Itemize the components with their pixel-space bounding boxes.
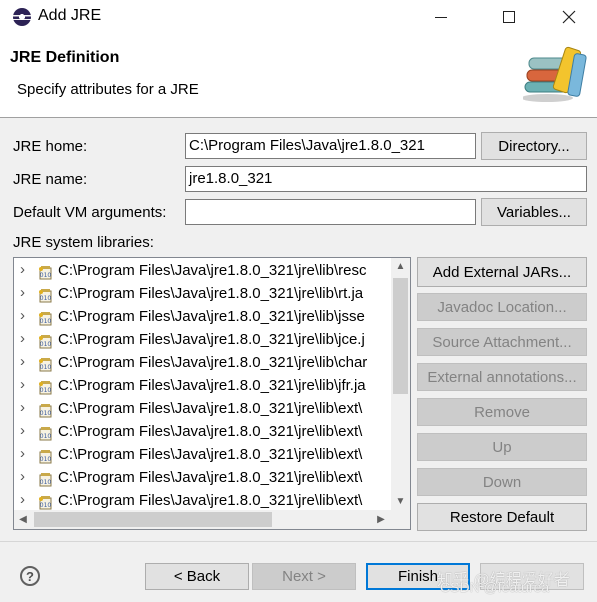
library-row[interactable]: › 010 C:\Program Files\Java\jre1.8.0_321\j… <box>14 422 390 445</box>
library-row[interactable]: › 010 C:\Program Files\Java\jre1.8.0_321\j… <box>14 353 390 376</box>
expand-arrow-icon[interactable]: › <box>20 445 25 462</box>
jar-icon: 010 <box>39 404 52 418</box>
library-path: C:\Program Files\Java\jre1.8.0_321\jre\l… <box>58 423 363 440</box>
vertical-scroll-thumb[interactable] <box>393 278 408 394</box>
jar-source-icon: 010 <box>39 312 52 326</box>
restore-default-button[interactable]: Restore Default <box>417 503 587 531</box>
jar-source-icon: 010 <box>39 266 52 280</box>
down-button[interactable]: Down <box>417 468 587 496</box>
jre-libraries-tree[interactable]: ▲ ▼ ◀ ▶ › 010 C:\Program Files\Java\jre1.8… <box>13 257 411 530</box>
minimize-icon <box>435 16 447 18</box>
expand-arrow-icon[interactable]: › <box>20 399 25 416</box>
library-path: C:\Program Files\Java\jre1.8.0_321\jre\l… <box>58 308 365 325</box>
vm-args-input[interactable] <box>185 199 476 225</box>
close-button[interactable] <box>541 0 597 34</box>
library-path: C:\Program Files\Java\jre1.8.0_321\jre\l… <box>58 262 367 279</box>
variables-button[interactable]: Variables... <box>481 198 587 226</box>
svg-text:010: 010 <box>40 433 52 440</box>
library-row[interactable]: › 010 C:\Program Files\Java\jre1.8.0_321\j… <box>14 491 390 514</box>
expand-arrow-icon[interactable]: › <box>20 261 25 278</box>
jar-source-icon: 010 <box>39 358 52 372</box>
jre-name-input[interactable]: jre1.8.0_321 <box>185 166 587 192</box>
page-title: JRE Definition <box>10 49 120 66</box>
watermark-csdn: CSDN @featurea <box>440 579 550 595</box>
library-path: C:\Program Files\Java\jre1.8.0_321\jre\l… <box>58 377 366 394</box>
add-external-jars-button[interactable]: Add External JARs... <box>417 257 587 287</box>
jar-source-icon: 010 <box>39 496 52 510</box>
javadoc-location-button[interactable]: Javadoc Location... <box>417 293 587 321</box>
footer-separator <box>0 541 597 542</box>
library-row[interactable]: › 010 C:\Program Files\Java\jre1.8.0_321\j… <box>14 468 390 491</box>
jar-source-icon: 010 <box>39 381 52 395</box>
svg-text:010: 010 <box>40 295 52 302</box>
library-row[interactable]: › 010 C:\Program Files\Java\jre1.8.0_321\j… <box>14 307 390 330</box>
dialog-header: JRE Definition Specify attributes for a … <box>0 34 597 118</box>
library-books-icon <box>523 46 587 102</box>
jar-icon: 010 <box>39 450 52 464</box>
library-row[interactable]: › 010 C:\Program Files\Java\jre1.8.0_321\j… <box>14 376 390 399</box>
svg-text:010: 010 <box>40 456 52 463</box>
horizontal-scroll-thumb[interactable] <box>34 512 272 527</box>
scroll-down-icon[interactable]: ▼ <box>391 493 410 511</box>
remove-button[interactable]: Remove <box>417 398 587 426</box>
expand-arrow-icon[interactable]: › <box>20 284 25 301</box>
back-button[interactable]: < Back <box>145 563 249 590</box>
up-button[interactable]: Up <box>417 433 587 461</box>
scroll-up-icon[interactable]: ▲ <box>391 258 410 276</box>
close-icon <box>562 10 576 24</box>
source-attachment-button[interactable]: Source Attachment... <box>417 328 587 356</box>
library-row[interactable]: › 010 C:\Program Files\Java\jre1.8.0_321\j… <box>14 261 390 284</box>
page-subtitle: Specify attributes for a JRE <box>17 81 199 98</box>
expand-arrow-icon[interactable]: › <box>20 353 25 370</box>
library-row[interactable]: › 010 C:\Program Files\Java\jre1.8.0_321\j… <box>14 330 390 353</box>
library-path: C:\Program Files\Java\jre1.8.0_321\jre\l… <box>58 285 364 302</box>
expand-arrow-icon[interactable]: › <box>20 468 25 485</box>
svg-text:010: 010 <box>40 410 52 417</box>
expand-arrow-icon[interactable]: › <box>20 422 25 439</box>
minimize-button[interactable] <box>413 0 469 34</box>
expand-arrow-icon[interactable]: › <box>20 491 25 508</box>
eclipse-icon <box>13 8 31 26</box>
svg-text:010: 010 <box>40 387 52 394</box>
jar-icon: 010 <box>39 427 52 441</box>
library-path: C:\Program Files\Java\jre1.8.0_321\jre\l… <box>58 331 365 348</box>
jar-icon: 010 <box>39 473 52 487</box>
window-title: Add JRE <box>38 7 102 24</box>
library-row[interactable]: › 010 C:\Program Files\Java\jre1.8.0_321\j… <box>14 445 390 468</box>
vm-args-label: Default VM arguments: <box>13 204 167 221</box>
next-button[interactable]: Next > <box>252 563 356 590</box>
jar-source-icon: 010 <box>39 335 52 349</box>
libraries-label: JRE system libraries: <box>13 234 154 251</box>
directory-button[interactable]: Directory... <box>481 132 587 160</box>
expand-arrow-icon[interactable]: › <box>20 330 25 347</box>
svg-text:010: 010 <box>40 479 52 486</box>
svg-text:010: 010 <box>40 364 52 371</box>
title-bar: Add JRE <box>0 0 597 34</box>
maximize-icon <box>503 11 515 23</box>
library-row[interactable]: › 010 C:\Program Files\Java\jre1.8.0_321\j… <box>14 399 390 422</box>
library-path: C:\Program Files\Java\jre1.8.0_321\jre\l… <box>58 400 363 417</box>
library-path: C:\Program Files\Java\jre1.8.0_321\jre\l… <box>58 469 363 486</box>
svg-text:010: 010 <box>40 341 52 348</box>
library-row[interactable]: › 010 C:\Program Files\Java\jre1.8.0_321\j… <box>14 284 390 307</box>
external-annotations-button[interactable]: External annotations... <box>417 363 587 391</box>
jar-source-icon: 010 <box>39 289 52 303</box>
expand-arrow-icon[interactable]: › <box>20 376 25 393</box>
expand-arrow-icon[interactable]: › <box>20 307 25 324</box>
svg-text:010: 010 <box>40 318 52 325</box>
help-icon[interactable]: ? <box>20 566 40 586</box>
jre-home-label: JRE home: <box>13 138 88 155</box>
vertical-scrollbar[interactable]: ▲ ▼ <box>391 258 410 511</box>
library-path: C:\Program Files\Java\jre1.8.0_321\jre\l… <box>58 492 363 509</box>
library-path: C:\Program Files\Java\jre1.8.0_321\jre\l… <box>58 446 363 463</box>
svg-text:010: 010 <box>40 272 52 279</box>
maximize-button[interactable] <box>481 0 537 34</box>
jre-home-input[interactable]: C:\Program Files\Java\jre1.8.0_321 <box>185 133 476 159</box>
svg-text:010: 010 <box>40 502 52 509</box>
library-path: C:\Program Files\Java\jre1.8.0_321\jre\l… <box>58 354 368 371</box>
jre-name-label: JRE name: <box>13 171 88 188</box>
